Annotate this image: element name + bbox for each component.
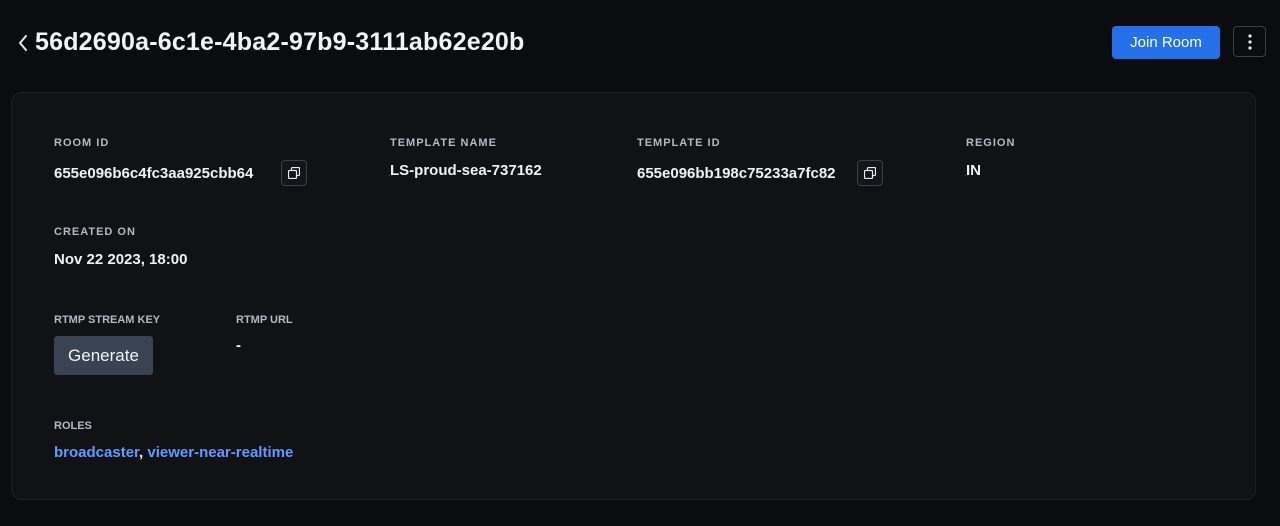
rtmp-stream-key-label: RTMP STREAM KEY (54, 314, 161, 326)
copy-template-id-button[interactable] (857, 160, 883, 186)
created-on-value: Nov 22 2023, 18:00 (54, 251, 188, 268)
more-options-button[interactable] (1233, 26, 1266, 57)
template-name-value: LS-proud-sea-737162 (390, 162, 542, 179)
region-label: REGION (966, 137, 1016, 149)
join-room-button[interactable]: Join Room (1112, 26, 1220, 59)
room-details-card (11, 92, 1256, 500)
kebab-menu-icon (1247, 33, 1252, 50)
rtmp-url-value: - (236, 337, 241, 354)
copy-icon (864, 167, 876, 179)
template-name-label: TEMPLATE NAME (390, 137, 497, 149)
chevron-left-icon (19, 35, 27, 51)
region-value: IN (966, 162, 981, 179)
generate-button[interactable]: Generate (54, 336, 153, 375)
template-id-label: TEMPLATE ID (637, 137, 721, 149)
rtmp-url-label: RTMP URL (236, 314, 293, 326)
role-link-broadcaster[interactable]: broadcaster (54, 444, 139, 461)
roles-list: broadcaster, viewer-near-realtime (54, 444, 293, 461)
page-title: 56d2690a-6c1e-4ba2-97b9-3111ab62e20b (35, 28, 525, 56)
page-header: 56d2690a-6c1e-4ba2-97b9-3111ab62e20b Joi… (0, 0, 1280, 88)
back-button[interactable] (12, 29, 34, 57)
created-on-label: CREATED ON (54, 226, 136, 238)
roles-label: ROLES (54, 420, 92, 432)
room-id-label: ROOM ID (54, 137, 110, 149)
role-link-viewer-near-realtime[interactable]: viewer-near-realtime (147, 444, 293, 461)
copy-icon (288, 167, 300, 179)
copy-room-id-button[interactable] (281, 160, 307, 186)
room-id-value: 655e096b6c4fc3aa925cbb64 (54, 165, 254, 182)
template-id-value: 655e096bb198c75233a7fc82 (637, 165, 836, 182)
